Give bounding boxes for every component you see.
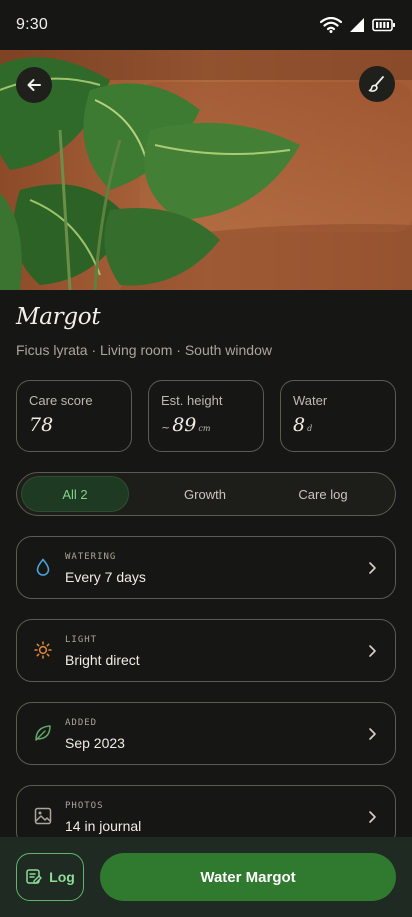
- plant-name: Margot: [16, 304, 101, 330]
- stat-number: 78: [29, 414, 54, 436]
- bottom-action-bar: Log Water Margot: [0, 837, 412, 917]
- card-value: Bright direct: [65, 652, 140, 668]
- card-kicker: PHOTOS: [65, 801, 104, 811]
- plant-photo-illustration: [0, 50, 412, 290]
- tab-care-log[interactable]: Care log: [267, 476, 379, 512]
- chevron-right-icon: [369, 811, 376, 823]
- card-kicker: ADDED: [65, 718, 98, 728]
- plant-subtitle: Ficus lyrata · Living room · South windo…: [16, 342, 272, 358]
- back-button[interactable]: [16, 67, 52, 103]
- stat-unit: cm: [198, 424, 211, 433]
- segmented-tabs: All 2 Growth Care log: [16, 472, 396, 516]
- card-kicker: LIGHT: [65, 635, 98, 645]
- log-button-label: Log: [49, 869, 75, 885]
- card-value: 14 in journal: [65, 818, 142, 834]
- stat-value: 78: [29, 414, 119, 436]
- status-icons: [320, 17, 396, 33]
- stat-unit: d: [307, 424, 313, 433]
- stats-row: Care score 78 Est. height ~ 89 cm Water …: [16, 380, 396, 452]
- log-button[interactable]: Log: [16, 853, 84, 901]
- leaf-icon: [33, 723, 53, 743]
- battery-icon: [372, 18, 395, 32]
- status-bar: 9:30: [0, 0, 412, 50]
- tab-all[interactable]: All 2: [21, 476, 129, 512]
- card-kicker: WATERING: [65, 552, 117, 562]
- stat-number: 8: [293, 414, 306, 436]
- wifi-icon: [320, 17, 342, 33]
- stat-care-score: Care score 78: [16, 380, 132, 452]
- chevron-right-icon: [369, 645, 376, 657]
- stat-value: 8 d: [293, 414, 383, 436]
- stat-label: Est. height: [161, 393, 223, 408]
- card-watering[interactable]: WATERING Every 7 days: [16, 536, 396, 599]
- card-light[interactable]: LIGHT Bright direct: [16, 619, 396, 682]
- stat-est-height: Est. height ~ 89 cm: [148, 380, 264, 452]
- plant-photo: [0, 50, 412, 290]
- card-added[interactable]: ADDED Sep 2023: [16, 702, 396, 765]
- stat-prefix: ~: [161, 421, 171, 434]
- status-time: 9:30: [16, 16, 48, 33]
- water-button[interactable]: Water Margot: [100, 853, 396, 901]
- sun-icon: [33, 640, 53, 660]
- brush-icon: [368, 76, 384, 92]
- card-value: Every 7 days: [65, 569, 146, 585]
- arrow-left-icon: [27, 79, 41, 91]
- stat-water: Water 8 d: [280, 380, 396, 452]
- image-icon: [33, 806, 53, 826]
- card-value: Sep 2023: [65, 735, 125, 751]
- chevron-right-icon: [369, 562, 376, 574]
- cellular-signal-icon: [350, 18, 364, 32]
- stat-label: Care score: [29, 393, 93, 408]
- water-drop-icon: [33, 557, 53, 577]
- tab-growth[interactable]: Growth: [149, 476, 261, 512]
- stat-label: Water: [293, 393, 328, 408]
- stat-number: 89: [172, 414, 197, 436]
- chevron-right-icon: [369, 728, 376, 740]
- edit-button[interactable]: [359, 66, 395, 102]
- journal-icon: [26, 869, 42, 884]
- stat-value: ~ 89 cm: [161, 414, 251, 436]
